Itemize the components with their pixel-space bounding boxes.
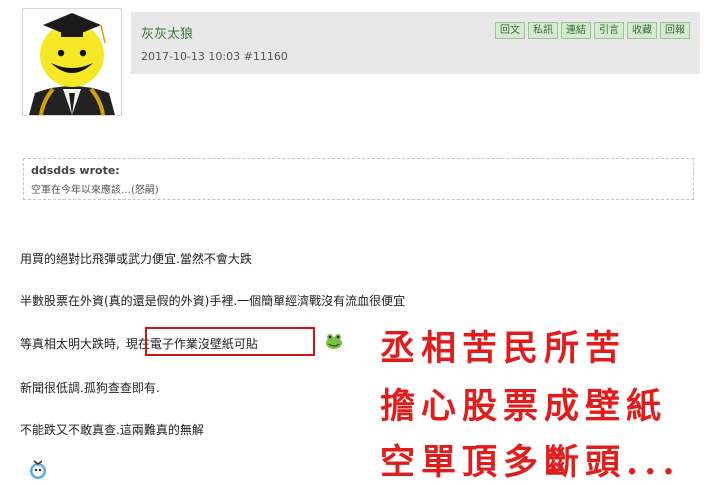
quote-block: ddsdds wrote: 空軍在今年以來應該…(怒嗣) (23, 158, 694, 200)
reply-button[interactable]: 回文 (495, 22, 525, 39)
overlay-caption-line: 空單頂多斷頭... (380, 442, 681, 483)
post-header: 灰灰太狼 2017-10-13 10:03 #11160 回文 私訊 連結 引言… (131, 12, 700, 74)
quote-text: 空軍在今年以來應該…(怒嗣) (31, 185, 159, 196)
frog-emoticon-icon (326, 334, 342, 349)
quote-button[interactable]: 引言 (594, 22, 624, 39)
post-body-line: 不能跌又不敢真查.這兩難真的無解 (20, 423, 204, 437)
post-meta: 2017-10-13 10:03 #11160 (141, 50, 288, 63)
avatar-image (23, 9, 121, 115)
highlight-box (145, 327, 315, 356)
quote-author: ddsdds wrote: (31, 164, 120, 177)
link-button[interactable]: 連結 (561, 22, 591, 39)
post-body-line: 半數股票在外資(真的還是假的外資)手裡.一個簡單經濟戰沒有流血很便宜 (20, 294, 406, 308)
post-body-text: 等真相太明大跌時, (20, 337, 120, 351)
report-button[interactable]: 回報 (660, 22, 690, 39)
post-body-line: 新聞很低調.孤狗查查即有. (20, 381, 160, 395)
overlay-caption-line: 擔心股票成壁紙 (380, 386, 668, 427)
avatar[interactable] (22, 8, 122, 116)
overlay-caption-line: 丞相苦民所苦 (380, 328, 627, 369)
favorite-button[interactable]: 收藏 (627, 22, 657, 39)
post-actions: 回文 私訊 連結 引言 收藏 回報 (495, 22, 690, 39)
post-body-line: 用買的絕對比飛彈或武力便宜.當然不會大跌 (20, 252, 252, 266)
private-message-button[interactable]: 私訊 (528, 22, 558, 39)
blue-emoticon-icon (30, 460, 46, 479)
username-link[interactable]: 灰灰太狼 (141, 23, 193, 42)
